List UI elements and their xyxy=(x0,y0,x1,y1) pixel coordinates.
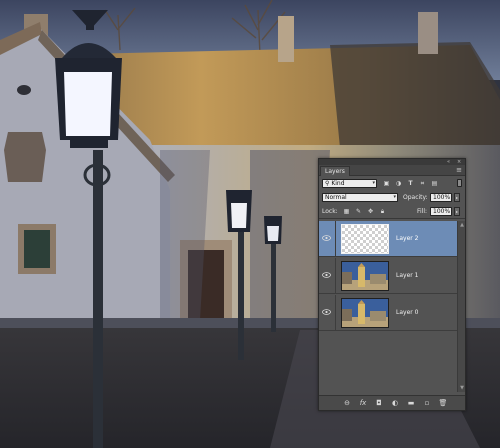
layer-row-layer-2[interactable]: Layer 2 xyxy=(319,221,457,257)
scroll-down-icon[interactable]: ▼ xyxy=(458,384,466,392)
panel-tab-bar: Layers ≡ xyxy=(319,165,465,176)
layer-name[interactable]: Layer 2 xyxy=(396,234,418,243)
layer-list: Layer 2 Layer 1 Layer 0 xyxy=(319,221,457,392)
divider xyxy=(335,295,336,331)
new-layer-icon[interactable]: ▫ xyxy=(422,398,432,408)
scroll-up-icon[interactable]: ▲ xyxy=(458,221,466,229)
lock-image-icon[interactable]: ✎ xyxy=(355,208,362,215)
shape-filter-icon[interactable]: ⌗ xyxy=(419,180,426,187)
filter-kind-select[interactable]: ⚲ Kind ▾ xyxy=(322,179,377,188)
blend-mode-value: Normal xyxy=(325,194,347,201)
visibility-eye-icon[interactable] xyxy=(322,272,331,278)
chevron-down-icon: ▾ xyxy=(372,180,375,186)
thumbnail-image xyxy=(342,262,388,290)
fx-icon[interactable]: fx xyxy=(358,398,368,408)
filter-kind-value: Kind xyxy=(331,180,345,187)
panel-footer: ⊖ fx ◘ ◐ ▬ ▫ 🗑 xyxy=(319,395,465,410)
lock-all-icon[interactable]: 🔒︎ xyxy=(379,208,386,215)
fill-slider-button[interactable]: ▸ xyxy=(454,207,460,216)
visibility-eye-icon[interactable] xyxy=(322,309,331,315)
type-filter-icon[interactable]: T xyxy=(407,180,414,187)
divider xyxy=(335,221,336,257)
fill-input[interactable]: 100% xyxy=(430,207,452,216)
layer-name[interactable]: Layer 1 xyxy=(396,271,418,280)
lock-label: Lock: xyxy=(322,208,338,215)
new-group-icon[interactable]: ▬ xyxy=(406,398,416,408)
opacity-label: Opacity: xyxy=(403,194,428,201)
lock-transparent-icon[interactable]: ▦ xyxy=(343,208,350,215)
transparency-checkerboard xyxy=(342,225,388,253)
tab-layers[interactable]: Layers xyxy=(320,166,350,176)
filter-row: ⚲ Kind ▾ ▣ ◑ T ⌗ ▤ xyxy=(319,177,465,190)
layer-thumbnail-photo[interactable] xyxy=(341,261,389,291)
layer-row-layer-1[interactable]: Layer 1 xyxy=(319,258,457,294)
trash-icon[interactable]: 🗑 xyxy=(438,398,448,408)
link-layers-icon[interactable]: ⊖ xyxy=(342,398,352,408)
filter-toggle-switch[interactable] xyxy=(457,179,462,187)
adjustment-layer-icon[interactable]: ◐ xyxy=(390,398,400,408)
opacity-input[interactable]: 100% xyxy=(430,193,452,202)
adjustment-filter-icon[interactable]: ◑ xyxy=(395,180,402,187)
layers-panel: « × Layers ≡ ⚲ Kind ▾ ▣ ◑ T ⌗ ▤ Normal ▾… xyxy=(318,158,466,411)
blend-row: Normal ▾ Opacity: 100% ▸ xyxy=(319,192,465,204)
divider xyxy=(335,258,336,294)
layer-row-layer-0[interactable]: Layer 0 xyxy=(319,295,457,331)
lock-row: Lock: ▦ ✎ ✥ 🔒︎ Fill: 100% ▸ xyxy=(319,206,465,219)
add-mask-icon[interactable]: ◘ xyxy=(374,398,384,408)
blend-mode-select[interactable]: Normal ▾ xyxy=(322,193,398,202)
layer-thumbnail-photo[interactable] xyxy=(341,298,389,328)
visibility-eye-icon[interactable] xyxy=(322,235,331,241)
thumbnail-image xyxy=(342,299,388,327)
chevron-down-icon: ▾ xyxy=(393,194,396,200)
panel-menu-icon[interactable]: ≡ xyxy=(456,166,462,175)
fill-label: Fill: xyxy=(417,208,428,215)
layer-list-scrollbar[interactable]: ▲ ▼ xyxy=(457,221,465,392)
layer-thumbnail-transparent[interactable] xyxy=(341,224,389,254)
pixel-filter-icon[interactable]: ▣ xyxy=(383,180,390,187)
smart-object-filter-icon[interactable]: ▤ xyxy=(431,180,438,187)
opacity-slider-button[interactable]: ▸ xyxy=(454,193,460,202)
layer-name[interactable]: Layer 0 xyxy=(396,308,418,317)
lock-position-icon[interactable]: ✥ xyxy=(367,208,374,215)
